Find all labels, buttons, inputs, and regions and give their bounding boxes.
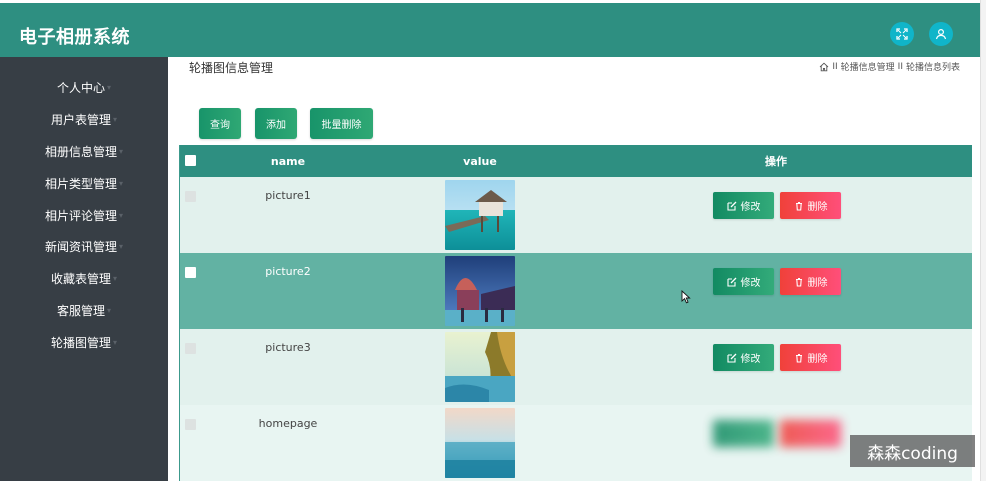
window-scrollbar[interactable] (980, 0, 986, 481)
sidebar-item-label: 新闻资讯管理 (44, 239, 117, 254)
sidebar-item-label: 相片评论管理 (44, 208, 117, 223)
picture1-thumbnail (445, 180, 515, 250)
batch-delete-button[interactable]: 批量删除 (310, 108, 373, 139)
delete-button[interactable]: 删除 (780, 268, 841, 295)
picture3-thumbnail (445, 332, 515, 402)
chevron-down-icon: ▾ (119, 241, 124, 251)
sidebar-item-label: 相册信息管理 (44, 144, 117, 159)
edit-label: 修改 (740, 278, 761, 289)
row-checkbox[interactable] (185, 419, 196, 430)
chevron-down-icon: ▾ (113, 337, 118, 347)
row-name: picture3 (265, 341, 311, 354)
column-header-value: value (463, 154, 497, 168)
user-button[interactable] (929, 22, 953, 46)
sidebar-item-label: 用户表管理 (50, 112, 111, 127)
delete-button[interactable]: 删除 (780, 420, 841, 447)
sidebar-item-label: 相片类型管理 (44, 176, 117, 191)
watermark: 森森coding (850, 435, 975, 467)
sidebar-item-label: 个人中心 (56, 80, 105, 95)
edit-button[interactable]: 修改 (713, 268, 774, 295)
table-header: name value 操作 (180, 145, 972, 177)
row-checkbox[interactable] (185, 191, 196, 202)
trash-icon (795, 277, 802, 287)
sidebar-item-news[interactable]: 新闻资讯管理 ▾ (0, 235, 168, 257)
main-content: 轮播图信息管理 II 轮播信息管理 II 轮播信息列表 查询 添加 批量删除 n… (168, 57, 980, 481)
breadcrumb-separator: II (897, 61, 903, 72)
homepage-thumbnail (445, 408, 515, 478)
mouse-pointer-icon (681, 290, 691, 304)
sidebar-item-customer-service[interactable]: 客服管理 ▾ (0, 299, 168, 321)
sidebar-item-albums[interactable]: 相册信息管理 ▾ (0, 140, 168, 162)
delete-button[interactable]: 删除 (780, 192, 841, 219)
sidebar-item-carousel[interactable]: 轮播图管理 ▾ (0, 331, 168, 353)
breadcrumb-item[interactable]: 轮播信息管理 (841, 60, 895, 73)
row-checkbox[interactable] (185, 267, 196, 278)
breadcrumb-separator: II (832, 61, 838, 72)
fullscreen-button[interactable] (890, 22, 914, 46)
edit-icon (726, 277, 736, 287)
sidebar-item-users[interactable]: 用户表管理 ▾ (0, 108, 168, 130)
row-name: picture2 (265, 265, 311, 278)
table-row[interactable]: picture3 修改 删除 (180, 329, 972, 405)
delete-label: 删除 (807, 354, 828, 365)
select-all-checkbox[interactable] (185, 155, 196, 166)
chevron-down-icon: ▾ (119, 146, 124, 156)
chevron-down-icon: ▾ (113, 114, 118, 124)
delete-label: 删除 (807, 278, 828, 289)
edit-button[interactable]: 修改 (713, 192, 774, 219)
app-title: 电子相册系统 (19, 27, 130, 48)
delete-label: 删除 (807, 202, 828, 213)
search-button[interactable]: 查询 (199, 108, 241, 139)
edit-label: 修改 (740, 354, 761, 365)
chevron-down-icon: ▾ (119, 178, 124, 188)
column-header-name: name (270, 154, 306, 168)
sidebar-item-favorites[interactable]: 收藏表管理 ▾ (0, 267, 168, 289)
sidebar: 个人中心 ▾ 用户表管理 ▾ 相册信息管理 ▾ 相片类型管理 ▾ 相片评论管理 ▾ 新闻资… (0, 57, 168, 481)
breadcrumb-item: 轮播信息列表 (905, 63, 960, 73)
trash-icon (795, 353, 802, 363)
edit-label: 修改 (740, 202, 761, 213)
row-checkbox[interactable] (185, 343, 196, 354)
breadcrumb: II 轮播信息管理 II 轮播信息列表 (819, 60, 960, 73)
chevron-down-icon: ▾ (107, 305, 112, 315)
table-row[interactable]: picture1 修改 删除 (180, 177, 972, 253)
edit-icon (726, 201, 736, 211)
top-bar: 电子相册系统 (0, 3, 980, 57)
delete-button[interactable]: 删除 (780, 344, 841, 371)
edit-icon (726, 353, 736, 363)
column-header-actions: 操作 (765, 155, 787, 168)
expand-icon (896, 28, 908, 40)
chevron-down-icon: ▾ (113, 273, 118, 283)
trash-icon (795, 201, 802, 211)
edit-button[interactable]: 修改 (713, 344, 774, 371)
picture2-thumbnail (445, 256, 515, 326)
carousel-table: name value 操作 picture1 修改 删除 picture2 修改… (179, 145, 972, 481)
app-window: 电子相册系统 个人中心▾ 用户表管理▾ 相册信息管理▾ 相片类型管理▾ (0, 0, 986, 481)
add-button[interactable]: 添加 (255, 108, 297, 139)
sidebar-item-photo-types[interactable]: 相片类型管理 ▾ (0, 172, 168, 194)
row-name: picture1 (265, 189, 311, 202)
sidebar-item-label: 收藏表管理 (50, 271, 111, 286)
sidebar-item-label: 轮播图管理 (50, 335, 111, 350)
page-title: 轮播图信息管理 (189, 61, 274, 75)
table-row[interactable]: picture2 修改 删除 (180, 253, 972, 329)
edit-button[interactable]: 修改 (713, 420, 774, 447)
chevron-down-icon: ▾ (119, 210, 124, 220)
user-icon (935, 28, 947, 40)
row-name: homepage (258, 417, 318, 430)
sidebar-item-label: 客服管理 (56, 303, 105, 318)
chevron-down-icon: ▾ (107, 82, 112, 92)
sidebar-item-personal-center[interactable]: 个人中心 ▾ (0, 76, 168, 98)
sidebar-item-photo-comments[interactable]: 相片评论管理 ▾ (0, 204, 168, 226)
home-icon[interactable] (819, 62, 829, 72)
